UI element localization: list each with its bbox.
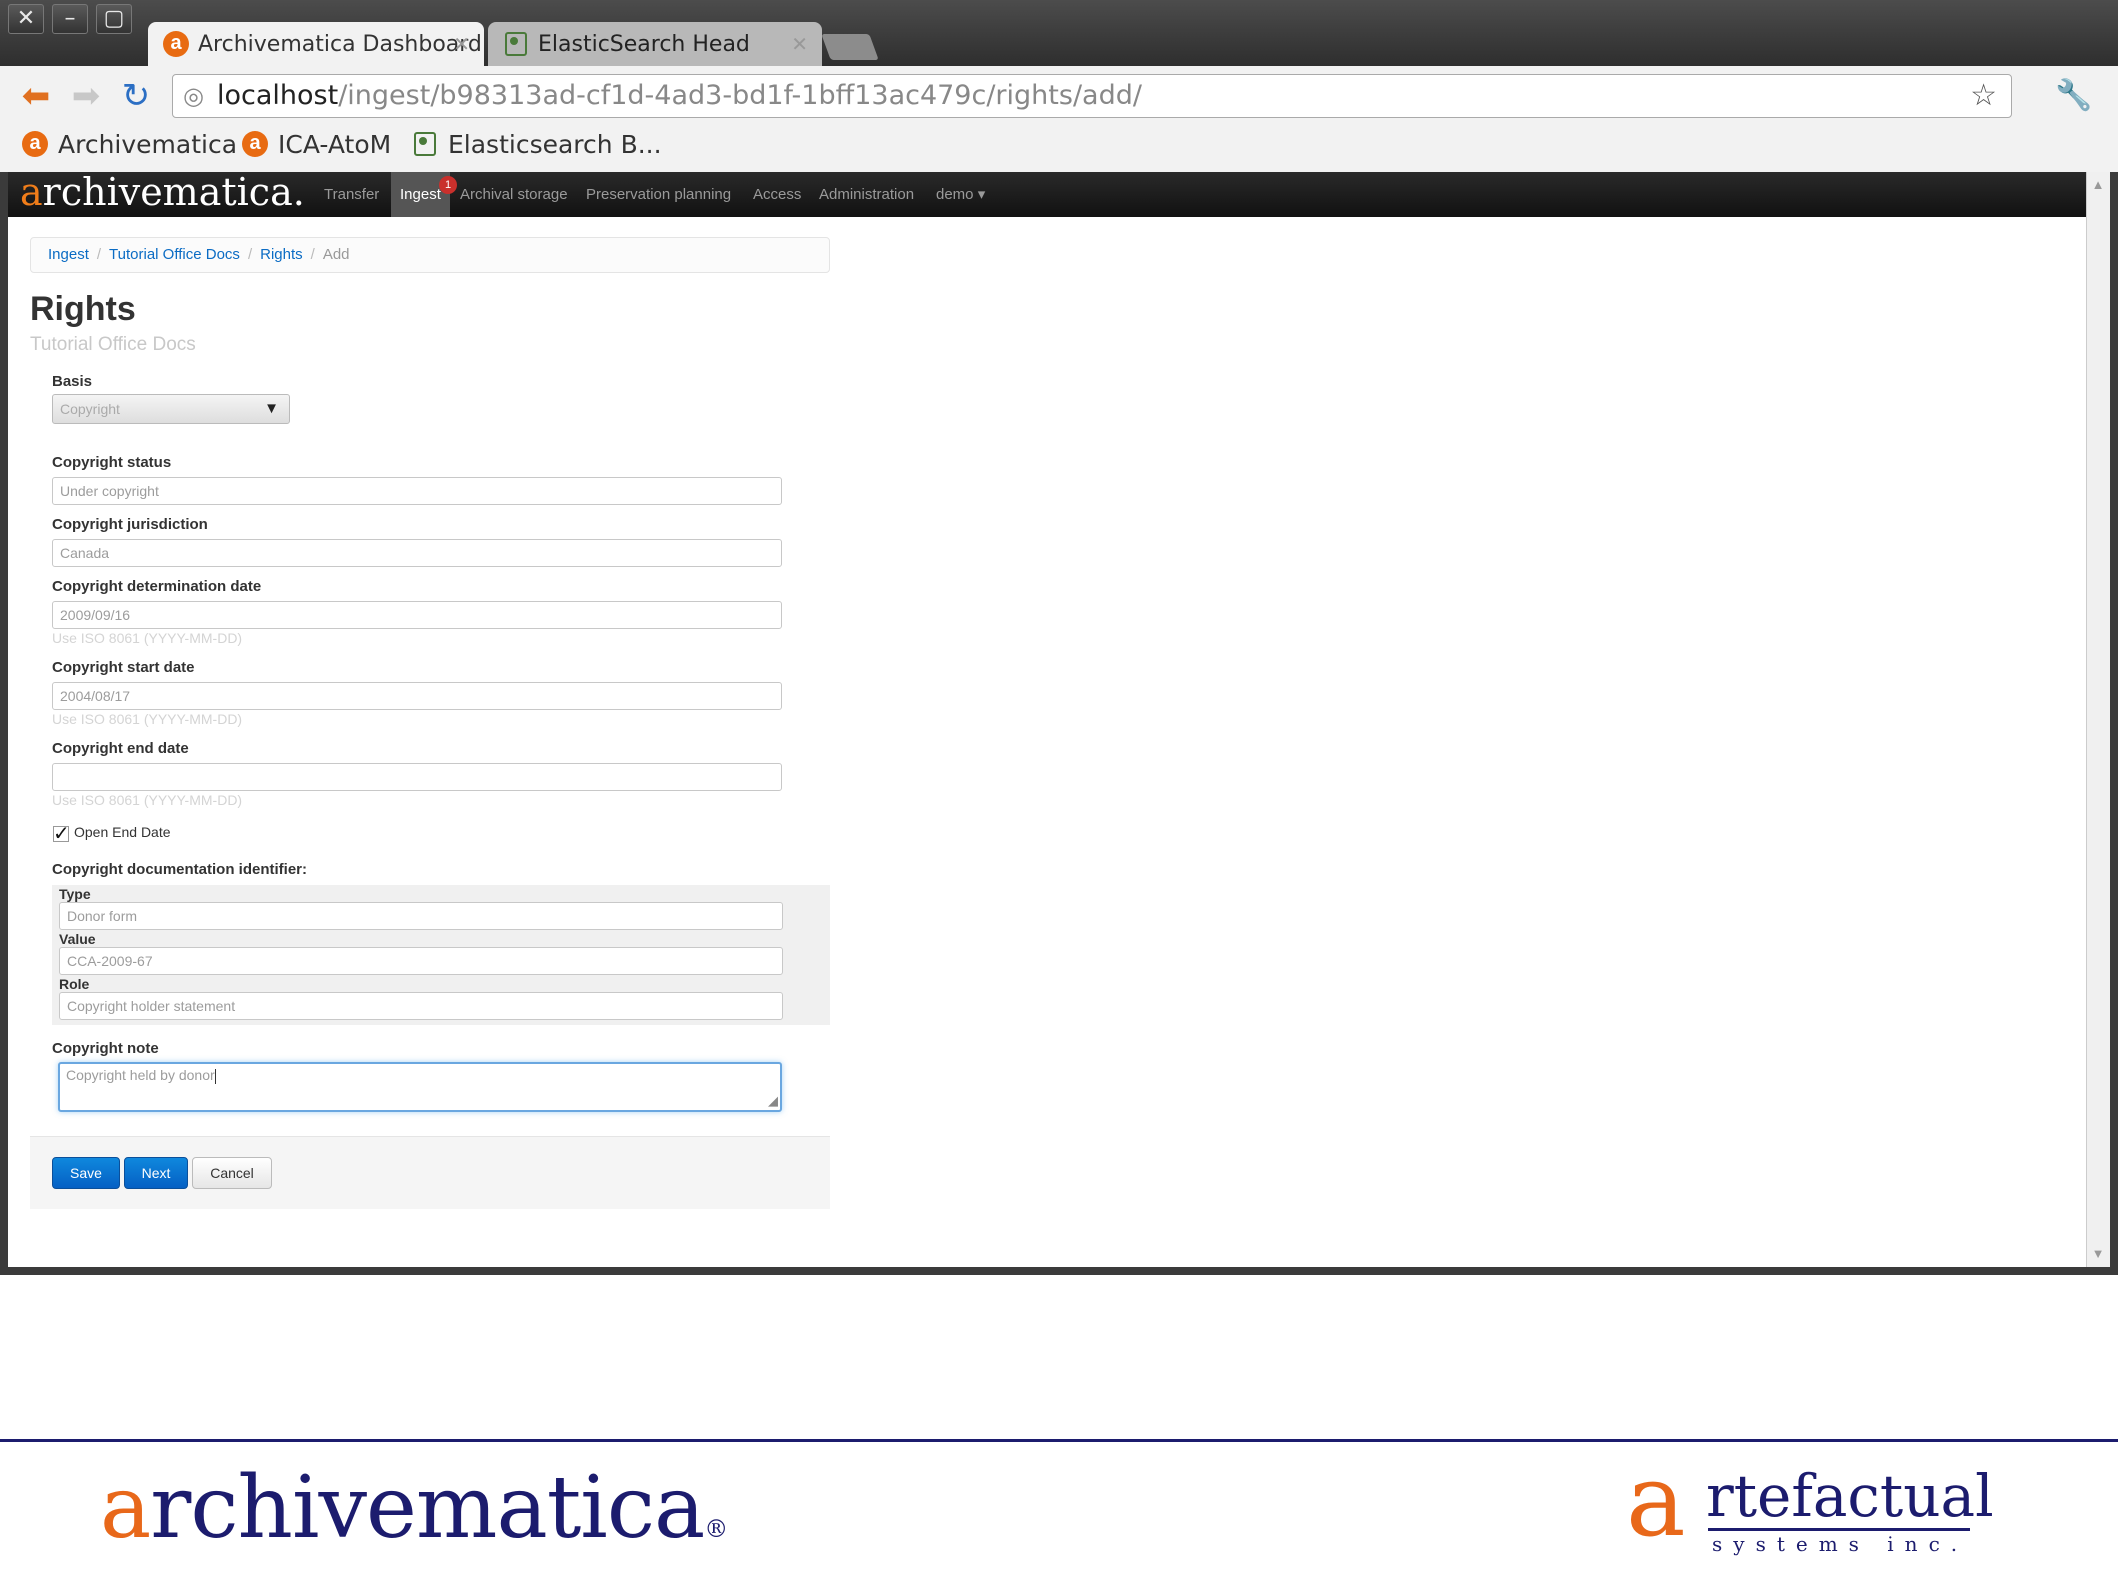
doc-role-label: Role [59,976,90,992]
doc-identifier-label: Copyright documentation identifier: [52,861,307,878]
app-navbar: archivematica. Transfer Ingest 1 Archiva… [8,172,2086,217]
new-tab-button[interactable] [821,34,879,60]
date-format-help: Use ISO 8061 (YYYY-MM-DD) [52,711,243,727]
footer-divider [0,1439,2118,1442]
copyright-note-textarea[interactable]: Copyright held by donor ◢ [58,1062,782,1112]
doc-identifier-fieldset: Type Donor form Value CCA-2009-67 Role C… [52,885,830,1025]
archivematica-favicon-icon: a [240,129,270,159]
copyright-jurisdiction-label: Copyright jurisdiction [52,516,208,533]
next-button[interactable]: Next [124,1157,188,1189]
tab-label: Archivematica Dashboard [198,31,482,57]
doc-value-input[interactable]: CCA-2009-67 [59,947,783,975]
page-info-icon[interactable]: ◎ [183,75,204,117]
forward-arrow-icon[interactable]: ➡ [66,76,106,116]
save-button[interactable]: Save [52,1157,120,1189]
open-end-date-label: Open End Date [74,824,171,840]
breadcrumb-current: Add [322,246,350,263]
browser-window: ✕ – ▢ a Archivematica Dashboard ✕ Elasti… [0,0,2118,1275]
copyright-jurisdiction-input[interactable]: Canada [52,539,782,567]
bookmark-archivematica[interactable]: a Archivematica [20,126,237,162]
archivematica-favicon-icon: a [20,129,50,159]
copyright-status-label: Copyright status [52,454,172,471]
artefactual-logo: a rtefactual systems inc. [1626,1442,1994,1559]
url-host: localhost [217,80,339,111]
breadcrumb-separator: / [96,246,102,263]
archivematica-favicon-icon: a [162,30,190,58]
basis-select[interactable]: Copyright ▼ [52,394,290,424]
dropdown-caret-icon: ▼ [264,400,279,417]
bookmark-star-icon[interactable]: ☆ [1970,75,1997,117]
page-viewport: archivematica. Transfer Ingest 1 Archiva… [8,172,2086,1267]
basis-label: Basis [52,373,93,390]
browser-titlebar: ✕ – ▢ a Archivematica Dashboard ✕ Elasti… [0,0,2118,66]
breadcrumb-ingest[interactable]: Ingest [48,246,89,263]
scroll-up-icon[interactable]: ▲ [2091,178,2105,192]
start-date-label: Copyright start date [52,659,195,676]
elasticsearch-favicon-icon [502,30,530,58]
ingest-count-badge: 1 [439,176,457,194]
start-date-input[interactable]: 2004/08/17 [52,682,782,710]
elasticsearch-favicon-icon [410,129,440,159]
nav-user-menu[interactable]: demo ▾ [936,172,985,217]
nav-access[interactable]: Access [753,172,801,217]
determination-date-label: Copyright determination date [52,578,262,595]
chevron-down-icon: ▾ [977,186,986,203]
address-bar[interactable]: ◎ localhost/ingest/b98313ad-cf1d-4ad3-bd… [172,74,2012,118]
tab-close-icon[interactable]: ✕ [791,32,808,56]
archivematica-footer-logo: archivematica® [100,1458,728,1558]
end-date-input[interactable] [52,763,782,791]
tab-label: ElasticSearch Head [538,31,750,57]
page-title: Rights [30,290,136,328]
open-end-date-checkbox[interactable] [53,821,70,845]
breadcrumb-separator: / [310,246,315,263]
nav-archival-storage[interactable]: Archival storage [460,172,568,217]
form-actions: Save Next Cancel [30,1136,830,1209]
end-date-label: Copyright end date [52,740,189,757]
window-maximize-button[interactable]: ▢ [96,4,132,34]
vertical-scrollbar[interactable]: ▲ ▼ [2086,172,2110,1267]
tab-archivematica-dashboard[interactable]: a Archivematica Dashboard ✕ [148,22,484,66]
window-minimize-button[interactable]: – [52,4,88,34]
determination-date-input[interactable]: 2009/09/16 [52,601,782,629]
date-format-help: Use ISO 8061 (YYYY-MM-DD) [52,792,243,808]
nav-preservation-planning[interactable]: Preservation planning [586,172,731,217]
breadcrumb-tutorial-office-docs[interactable]: Tutorial Office Docs [109,246,240,263]
doc-type-input[interactable]: Donor form [59,902,783,930]
window-close-button[interactable]: ✕ [8,4,44,34]
nav-administration[interactable]: Administration [819,172,914,217]
url-path: /ingest/b98313ad-cf1d-4ad3-bd1f-1bff13ac… [338,80,1142,111]
browser-toolbar: ⬅ ➡ ↻ ◎ localhost/ingest/b98313ad-cf1d-4… [0,66,2118,172]
breadcrumb: Ingest / Tutorial Office Docs / Rights / Add [30,237,830,273]
doc-type-label: Type [59,886,91,902]
copyright-note-label: Copyright note [52,1040,159,1057]
text-cursor [214,1068,216,1084]
bookmark-elasticsearch[interactable]: Elasticsearch B... [410,126,662,162]
scroll-down-icon[interactable]: ▼ [2091,1247,2105,1261]
back-arrow-icon[interactable]: ⬅ [16,76,56,116]
resize-grip-icon[interactable]: ◢ [768,1093,778,1109]
doc-value-label: Value [59,931,96,947]
wrench-icon[interactable]: 🔧 [2054,76,2094,116]
tab-elasticsearch-head[interactable]: ElasticSearch Head ✕ [488,22,822,66]
copyright-status-input[interactable]: Under copyright [52,477,782,505]
nav-transfer[interactable]: Transfer [324,172,379,217]
doc-role-input[interactable]: Copyright holder statement [59,992,783,1020]
bookmark-ica-atom[interactable]: a ICA-AtoM [240,126,391,162]
tab-close-icon[interactable]: ✕ [453,32,470,56]
breadcrumb-separator: / [247,246,253,263]
date-format-help: Use ISO 8061 (YYYY-MM-DD) [52,630,243,646]
breadcrumb-rights[interactable]: Rights [260,246,303,263]
reload-icon[interactable]: ↻ [116,76,156,116]
archivematica-logo[interactable]: archivematica. [20,172,305,214]
cancel-button[interactable]: Cancel [192,1157,272,1189]
page-subtitle: Tutorial Office Docs [30,334,196,355]
